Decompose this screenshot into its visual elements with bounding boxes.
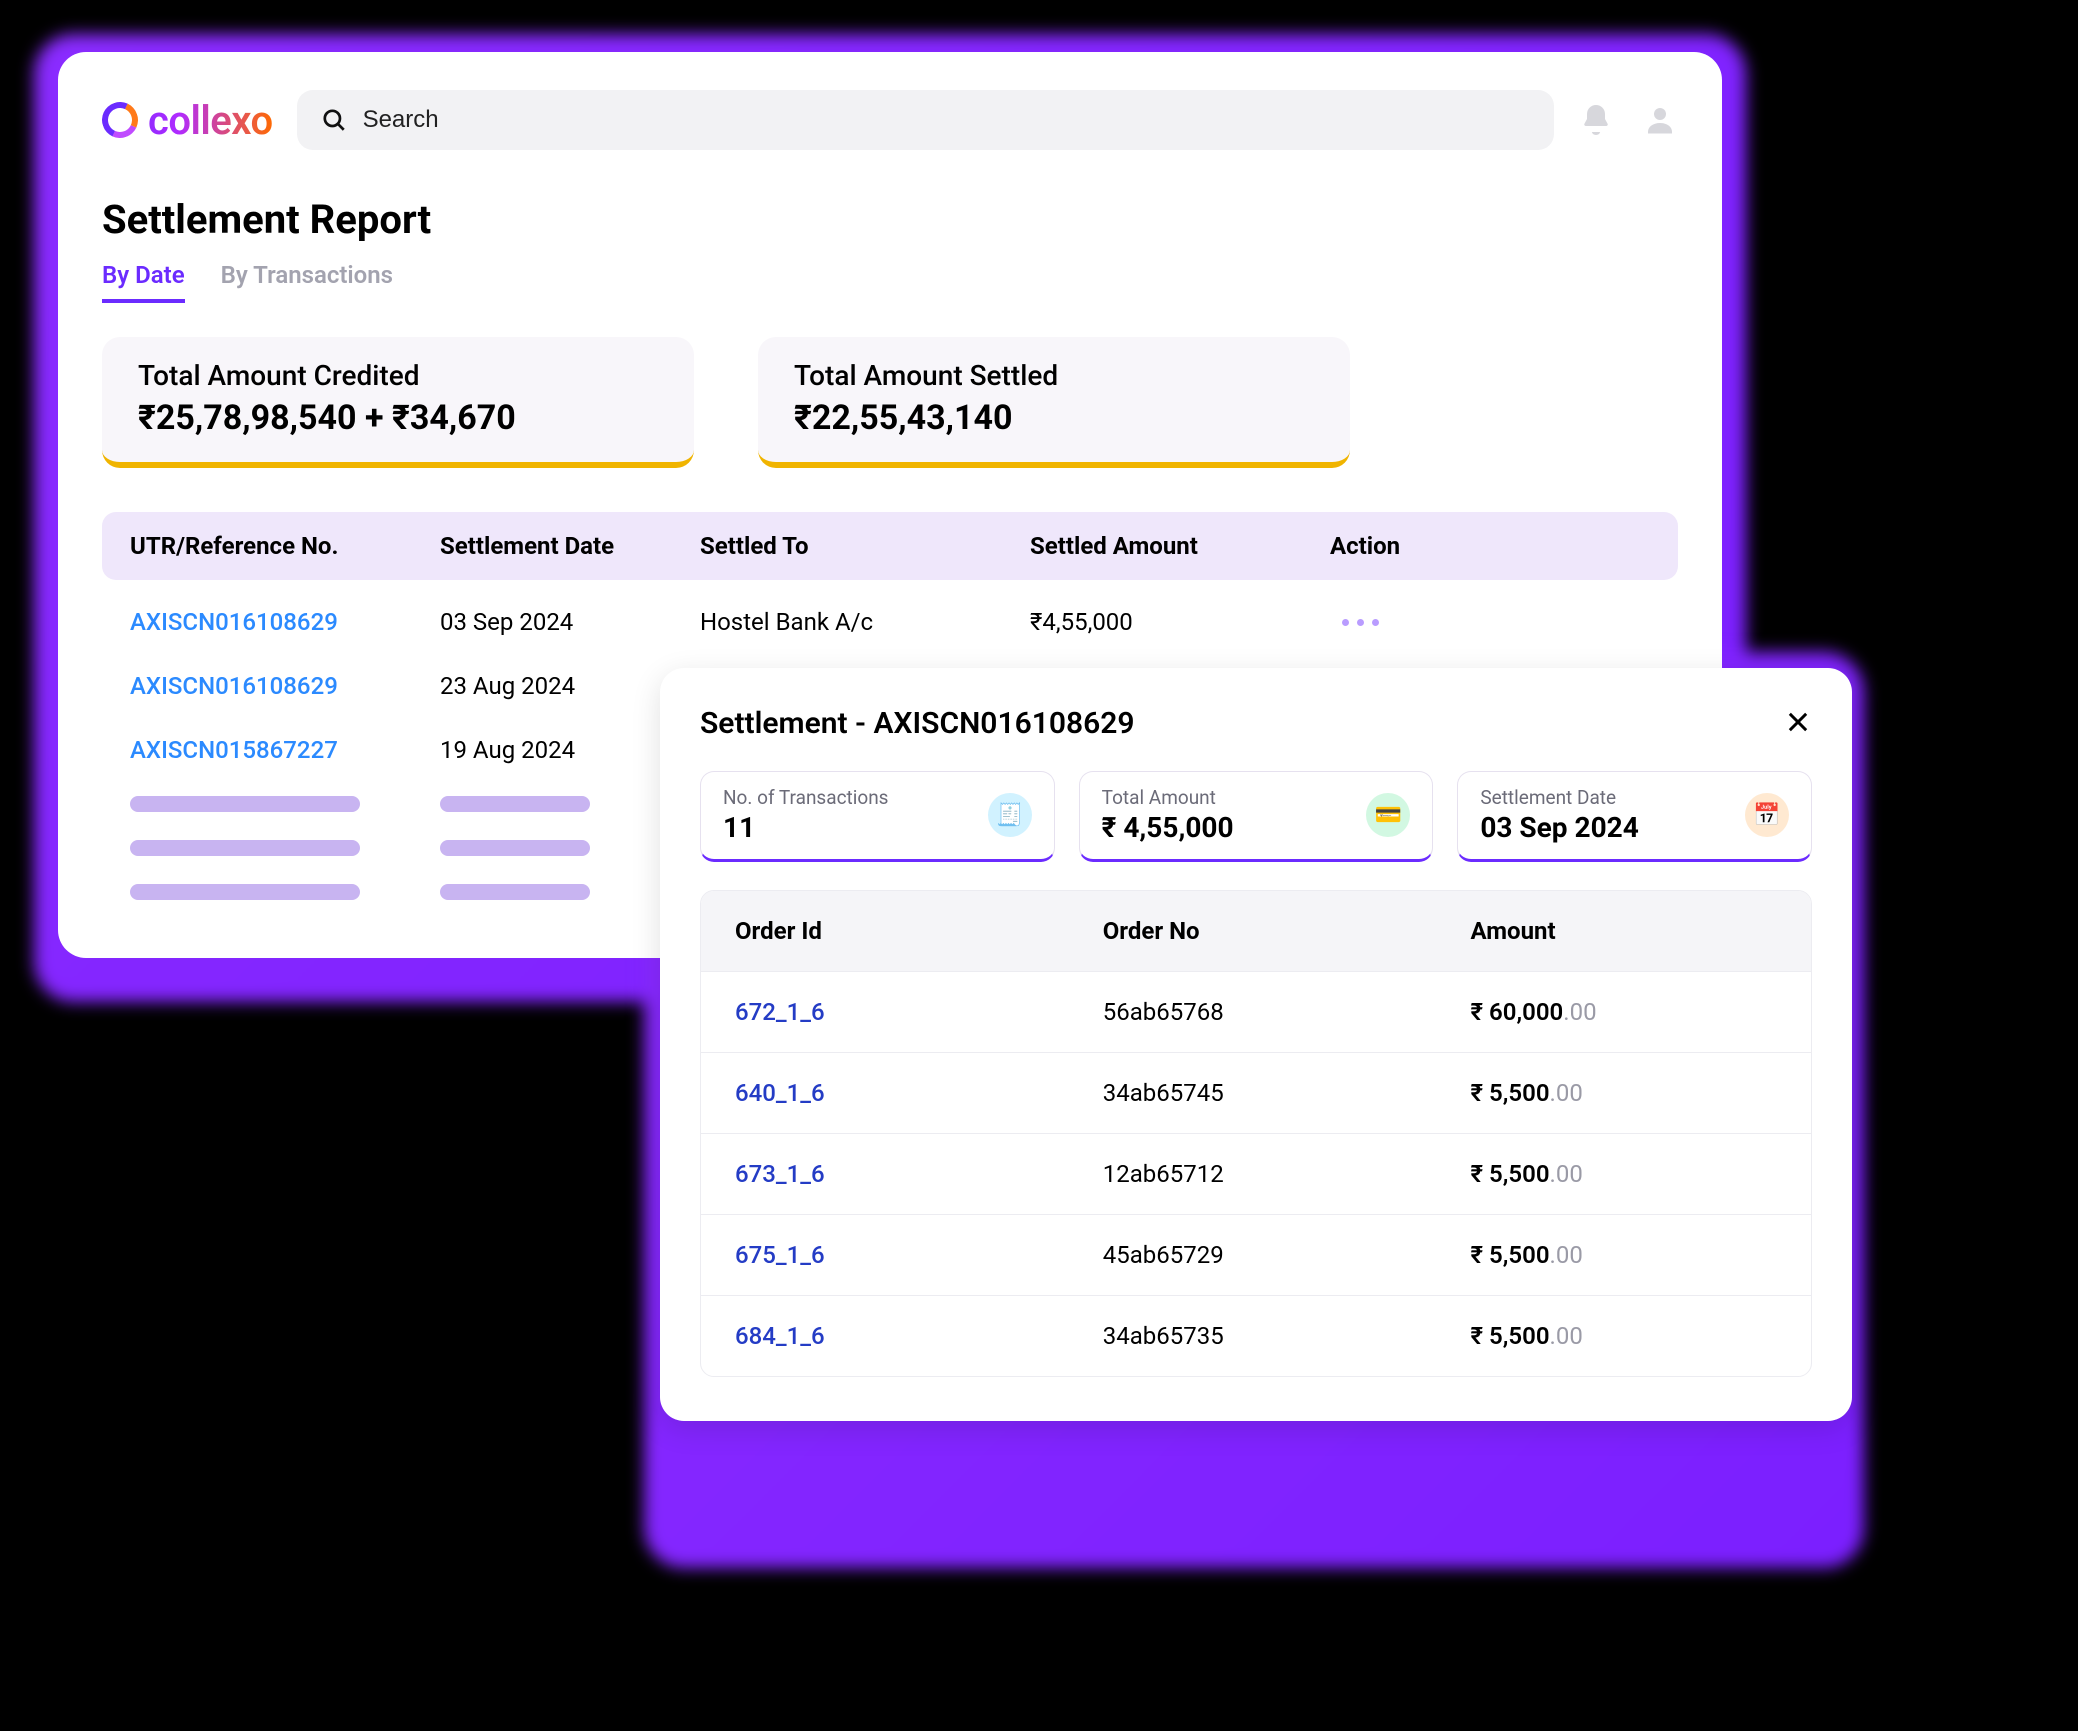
- utr-link[interactable]: AXISCN016108629: [130, 608, 440, 636]
- cell-to: Hostel Bank A/c: [700, 608, 1030, 636]
- receipt-icon: 🧾: [988, 793, 1032, 837]
- detail-row: 675_1_6 45ab65729 ₹ 5,500.00: [701, 1214, 1811, 1295]
- order-amount: ₹ 60,000.00: [1471, 998, 1777, 1026]
- detail-row: 640_1_6 34ab65745 ₹ 5,500.00: [701, 1052, 1811, 1133]
- page-title: Settlement Report: [102, 196, 1678, 243]
- order-id-link[interactable]: 672_1_6: [735, 998, 1103, 1026]
- stat-credited-label: Total Amount Credited: [138, 359, 658, 392]
- order-amount: ₹ 5,500.00: [1471, 1079, 1777, 1107]
- search-input[interactable]: [361, 105, 1530, 135]
- detail-table: Order Id Order No Amount 672_1_6 56ab657…: [700, 890, 1812, 1377]
- search-icon: [321, 107, 347, 133]
- info-date-label: Settlement Date: [1480, 786, 1638, 810]
- order-no: 34ab65735: [1103, 1322, 1471, 1350]
- bell-icon[interactable]: [1578, 102, 1614, 138]
- tab-by-transactions[interactable]: By Transactions: [221, 261, 393, 303]
- col-amount: Settled Amount: [1030, 532, 1330, 560]
- stat-settled-label: Total Amount Settled: [794, 359, 1314, 392]
- order-no: 12ab65712: [1103, 1160, 1471, 1188]
- tab-by-date[interactable]: By Date: [102, 261, 185, 303]
- order-id-link[interactable]: 673_1_6: [735, 1160, 1103, 1188]
- brand-logo: collexo: [102, 97, 273, 144]
- detail-row: 684_1_6 34ab65735 ₹ 5,500.00: [701, 1295, 1811, 1376]
- col-utr: UTR/Reference No.: [130, 532, 440, 560]
- tabs: By Date By Transactions: [102, 261, 1678, 303]
- stat-credited-value: ₹25,78,98,540 + ₹34,670: [138, 398, 658, 438]
- cell-date: 03 Sep 2024: [440, 608, 700, 636]
- modal-ref: AXISCN016108629: [874, 706, 1135, 741]
- info-date-value: 03 Sep 2024: [1480, 810, 1638, 845]
- stat-settled: Total Amount Settled ₹22,55,43,140: [758, 337, 1350, 468]
- modal-title: Settlement - AXISCN016108629: [700, 706, 1135, 741]
- col-date: Settlement Date: [440, 532, 700, 560]
- cell-amount: ₹4,55,000: [1030, 608, 1330, 636]
- col-order-id: Order Id: [735, 917, 1103, 945]
- info-transactions-label: No. of Transactions: [723, 786, 889, 810]
- col-order-no: Order No: [1103, 917, 1471, 945]
- info-date: Settlement Date 03 Sep 2024 📅: [1457, 771, 1812, 862]
- info-transactions-value: 11: [723, 810, 889, 845]
- col-to: Settled To: [700, 532, 1030, 560]
- order-amount: ₹ 5,500.00: [1471, 1322, 1777, 1350]
- brand-mark-icon: [102, 102, 138, 138]
- row-action-menu[interactable]: [1330, 619, 1390, 626]
- info-total: Total Amount ₹ 4,55,000 💳: [1079, 771, 1434, 862]
- settlement-detail-modal: Settlement - AXISCN016108629 No. of Tran…: [660, 668, 1852, 1421]
- brand-name: collexo: [148, 97, 273, 144]
- detail-row: 672_1_6 56ab65768 ₹ 60,000.00: [701, 971, 1811, 1052]
- utr-link[interactable]: AXISCN016108629: [130, 672, 440, 700]
- close-button[interactable]: [1784, 708, 1812, 740]
- order-id-link[interactable]: 675_1_6: [735, 1241, 1103, 1269]
- order-amount: ₹ 5,500.00: [1471, 1160, 1777, 1188]
- info-total-label: Total Amount: [1102, 786, 1234, 810]
- utr-link[interactable]: AXISCN015867227: [130, 736, 440, 764]
- search-input-wrapper[interactable]: [297, 90, 1554, 150]
- detail-row: 673_1_6 12ab65712 ₹ 5,500.00: [701, 1133, 1811, 1214]
- wallet-icon: 💳: [1366, 793, 1410, 837]
- order-no: 56ab65768: [1103, 998, 1471, 1026]
- order-id-link[interactable]: 640_1_6: [735, 1079, 1103, 1107]
- order-amount: ₹ 5,500.00: [1471, 1241, 1777, 1269]
- col-action: Action: [1330, 532, 1650, 560]
- info-total-value: ₹ 4,55,000: [1102, 810, 1234, 845]
- table-row: AXISCN016108629 03 Sep 2024 Hostel Bank …: [102, 590, 1678, 654]
- calendar-icon: 📅: [1745, 793, 1789, 837]
- stat-settled-value: ₹22,55,43,140: [794, 398, 1314, 438]
- col-amount: Amount: [1471, 917, 1777, 945]
- avatar-icon[interactable]: [1642, 102, 1678, 138]
- stat-credited: Total Amount Credited ₹25,78,98,540 + ₹3…: [102, 337, 694, 468]
- close-icon: [1784, 708, 1812, 736]
- order-no: 45ab65729: [1103, 1241, 1471, 1269]
- modal-title-prefix: Settlement -: [700, 706, 874, 741]
- order-no: 34ab65745: [1103, 1079, 1471, 1107]
- info-transactions: No. of Transactions 11 🧾: [700, 771, 1055, 862]
- order-id-link[interactable]: 684_1_6: [735, 1322, 1103, 1350]
